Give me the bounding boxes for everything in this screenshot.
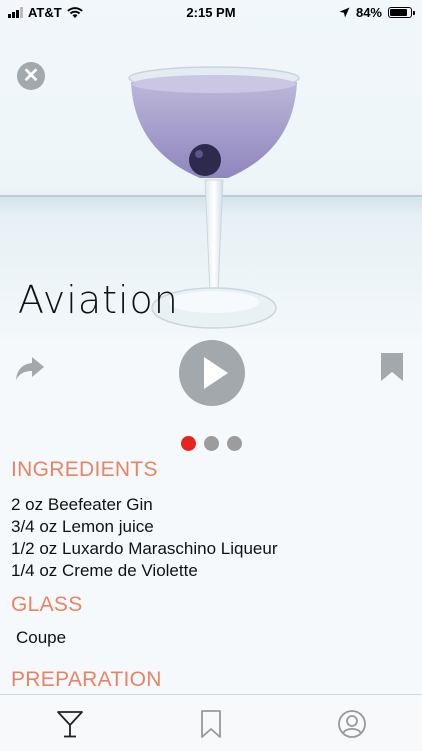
close-button[interactable]: ✕ bbox=[17, 62, 45, 90]
battery-icon bbox=[388, 7, 415, 18]
status-right: 84% bbox=[339, 5, 415, 20]
battery-fill bbox=[390, 9, 407, 16]
page-indicator[interactable] bbox=[0, 436, 422, 451]
page-dot[interactable] bbox=[180, 436, 196, 451]
tab-bar bbox=[0, 694, 422, 751]
ingredient-item: 1/2 oz Luxardo Maraschino Liqueur bbox=[11, 539, 278, 558]
glass-title: GLASS bbox=[11, 593, 83, 616]
ingredient-item: 2 oz Beefeater Gin bbox=[11, 495, 153, 514]
play-icon bbox=[204, 357, 228, 389]
share-icon[interactable] bbox=[14, 354, 46, 382]
drink-title: Aviation bbox=[18, 278, 179, 322]
ingredients-title: INGREDIENTS bbox=[11, 458, 158, 481]
glass-value: Coupe bbox=[16, 628, 67, 647]
preparation-title: PREPARATION bbox=[11, 668, 162, 691]
page-dot[interactable] bbox=[226, 436, 242, 451]
status-bar: AT&T 2:15 PM 84% bbox=[0, 0, 422, 26]
bookmark-icon[interactable] bbox=[380, 352, 404, 382]
tab-saved[interactable] bbox=[196, 709, 226, 739]
tab-profile[interactable] bbox=[337, 709, 367, 739]
ingredient-item: 3/4 oz Lemon juice bbox=[11, 517, 154, 536]
ingredient-item: 1/4 oz Creme de Violette bbox=[11, 561, 198, 580]
play-button[interactable] bbox=[179, 340, 245, 406]
hero-image: ✕ Aviation bbox=[0, 0, 422, 340]
location-icon bbox=[339, 7, 350, 18]
page-dot[interactable] bbox=[203, 436, 219, 451]
battery-percent: 84% bbox=[355, 5, 382, 20]
ingredients-list: 2 oz Beefeater Gin 3/4 oz Lemon juice 1/… bbox=[11, 494, 278, 582]
close-icon: ✕ bbox=[22, 65, 40, 87]
tab-cocktails[interactable] bbox=[55, 709, 85, 739]
